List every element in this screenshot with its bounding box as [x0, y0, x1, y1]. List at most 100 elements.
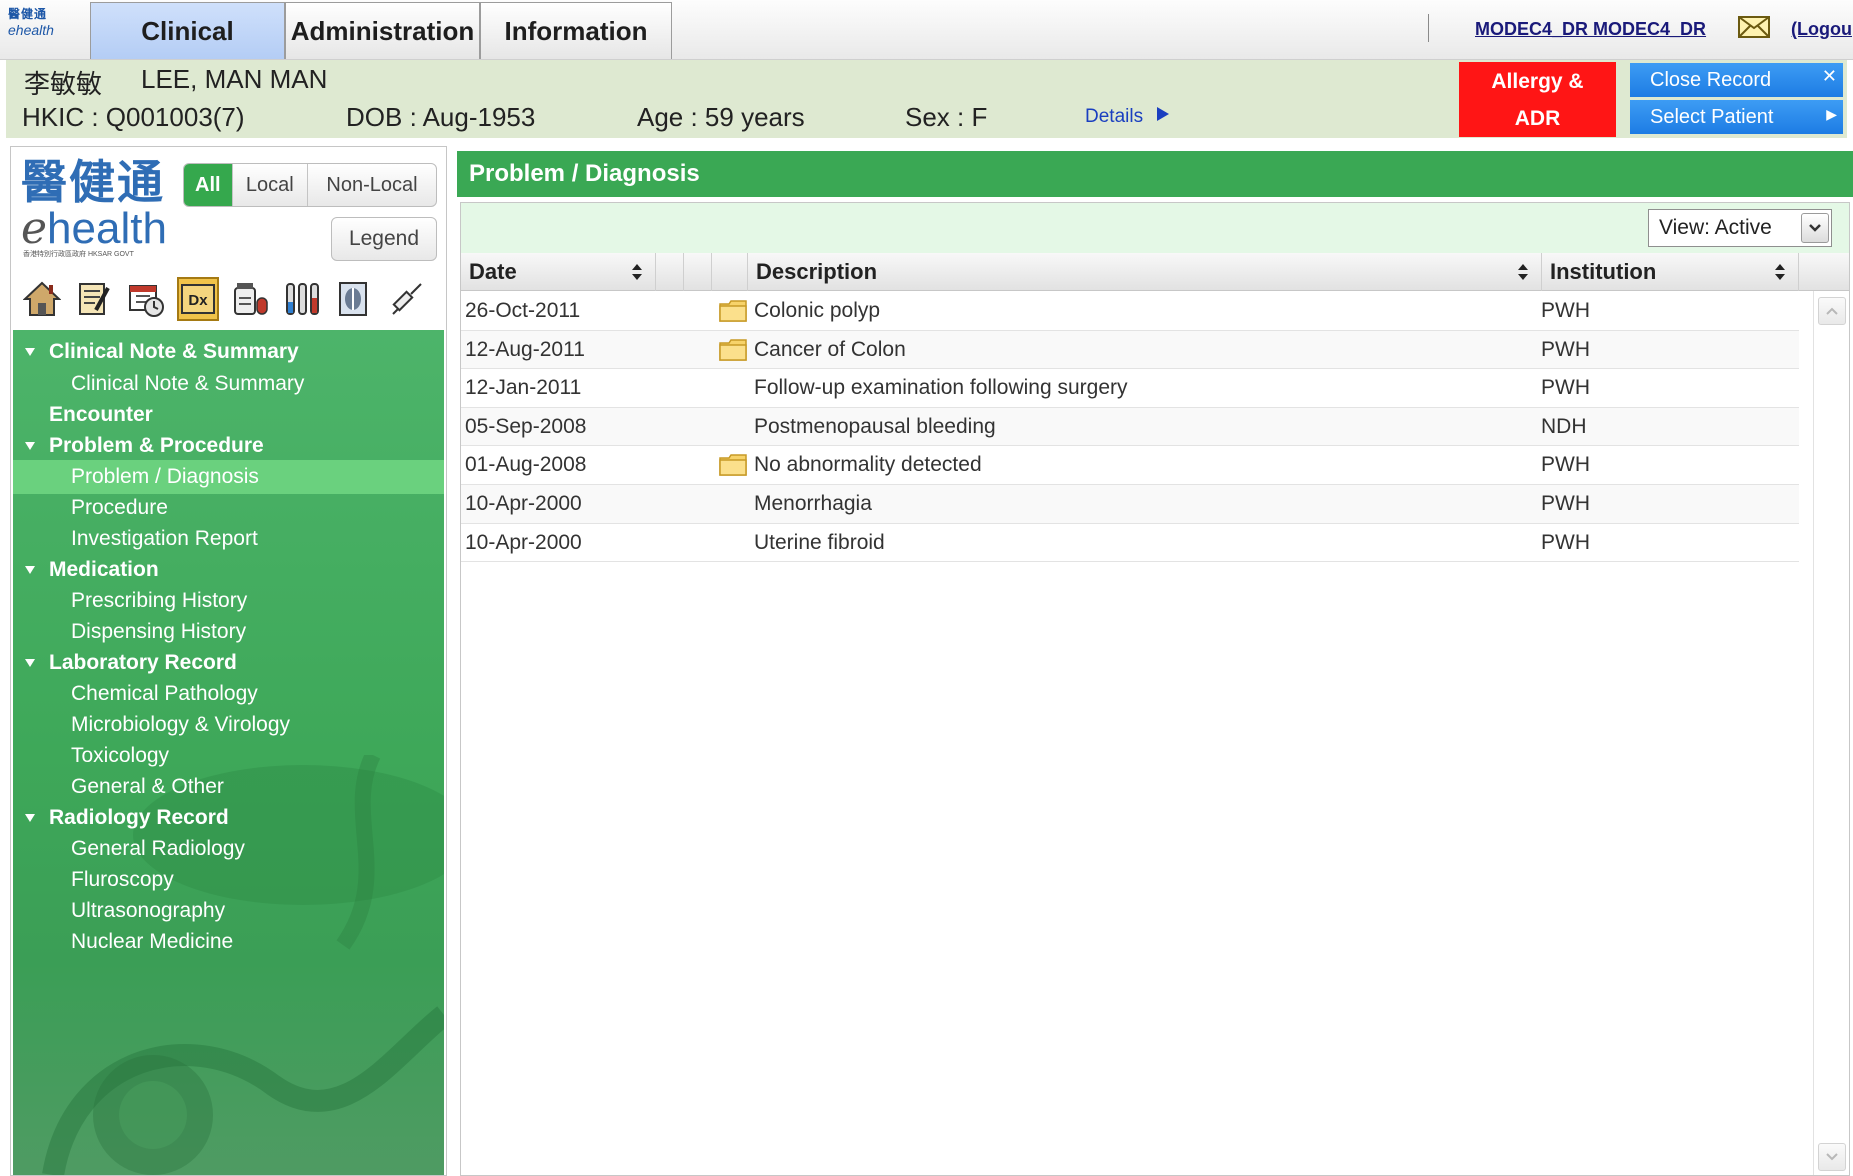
nav-item[interactable]: Procedure: [13, 491, 444, 525]
folder-icon[interactable]: [719, 331, 749, 369]
sidebar: 醫健通 ehealth 香港特別行政區政府 HKSAR GOVT All Loc…: [10, 146, 447, 1176]
patient-sex: Sex : F: [905, 102, 988, 132]
tab-administration[interactable]: Administration: [285, 2, 480, 59]
close-record-label: Close Record: [1650, 68, 1772, 91]
column-institution[interactable]: Institution: [1542, 253, 1799, 291]
cell-description: No abnormality detected: [754, 453, 982, 477]
main-content: Problem / Diagnosis View: Active Date De…: [457, 146, 1853, 1176]
expand-triangle-icon: [25, 348, 35, 356]
cell-institution: PWH: [1541, 453, 1590, 477]
dx-icon[interactable]: Dx: [177, 277, 219, 321]
nav-item[interactable]: Prescribing History: [13, 584, 444, 618]
table-row[interactable]: 12-Jan-2011 Follow-up examination followi…: [461, 369, 1799, 408]
close-record-button[interactable]: Close Record ✕: [1630, 63, 1843, 97]
legend-button[interactable]: Legend: [331, 217, 437, 261]
nav-item[interactable]: Investigation Report: [13, 522, 444, 556]
play-arrow-icon: [1157, 107, 1170, 121]
cell-institution: NDH: [1541, 414, 1587, 438]
nav-label: Procedure: [71, 496, 168, 519]
nav-label: Prescribing History: [71, 589, 248, 612]
tab-information[interactable]: Information: [480, 2, 672, 59]
logo-health-text: health: [47, 204, 167, 253]
cell-description: Colonic polyp: [754, 299, 881, 322]
details-label: Details: [1085, 106, 1144, 127]
table-row[interactable]: 12-Aug-2011 Cancer of Colon PWH: [461, 330, 1799, 370]
user-name-link[interactable]: MODEC4_DR MODEC4_DR: [1475, 19, 1706, 40]
module-toolbar: Dx: [11, 271, 446, 327]
nav-item[interactable]: Clinical Note & Summary: [13, 367, 444, 401]
column-date[interactable]: Date: [461, 253, 656, 291]
table-row[interactable]: 10-Apr-2000 Menorrhagia PWH: [461, 484, 1799, 524]
table-row[interactable]: 05-Sep-2008 Postmenopausal bleeding NDH: [461, 407, 1799, 447]
scroll-down-icon[interactable]: [1818, 1143, 1846, 1171]
radiology-icon[interactable]: [333, 277, 375, 321]
nav-label: Investigation Report: [71, 527, 258, 550]
select-patient-label: Select Patient: [1650, 105, 1774, 128]
patient-dob: DOB : Aug-1953: [346, 102, 536, 132]
folder-icon[interactable]: [719, 292, 749, 330]
top-bar: 醫健通 ehealth Clinical Administration Info…: [0, 0, 1853, 60]
home-icon[interactable]: [21, 277, 63, 321]
patient-name-chinese: 李敏敏: [24, 69, 103, 99]
nav-group[interactable]: Problem & Procedure: [13, 429, 444, 463]
tab-clinical[interactable]: Clinical: [90, 2, 285, 59]
filter-local[interactable]: Local: [231, 164, 307, 206]
cell-institution: PWH: [1541, 491, 1590, 515]
column-spacer: [684, 253, 712, 291]
nav-item[interactable]: Dispensing History: [13, 615, 444, 649]
filter-non-local[interactable]: Non-Local: [307, 164, 436, 206]
details-link[interactable]: Details: [1085, 106, 1170, 128]
nav-group[interactable]: Radiology Record: [13, 801, 444, 835]
clinical-note-icon[interactable]: [73, 277, 115, 321]
table-row[interactable]: 10-Apr-2000 Uterine fibroid PWH: [461, 523, 1799, 563]
column-description-label: Description: [756, 259, 878, 284]
cell-date: 26-Oct-2011: [465, 299, 581, 322]
ehealth-logo-chinese: 醫健通: [21, 155, 165, 209]
table-row[interactable]: 01-Aug-2008 No abnormality detected PWH: [461, 446, 1799, 485]
nav-item[interactable]: Chemical Pathology: [13, 677, 444, 711]
nav-item[interactable]: Nuclear Medicine: [13, 925, 444, 959]
nav-item[interactable]: General Radiology: [13, 832, 444, 866]
cell-institution: PWH: [1541, 299, 1590, 322]
svg-text:Dx: Dx: [188, 292, 208, 309]
nav-item[interactable]: Ultrasonography: [13, 894, 444, 928]
diagnosis-grid: View: Active Date Description Institutio…: [460, 202, 1850, 1176]
nav-item[interactable]: Problem / Diagnosis: [13, 460, 444, 494]
mail-icon[interactable]: [1738, 16, 1770, 38]
nav-label: Clinical Note & Summary: [71, 372, 305, 395]
select-patient-button[interactable]: Select Patient ▶: [1630, 100, 1843, 134]
vertical-scrollbar[interactable]: [1813, 291, 1849, 1175]
sort-icon: [1775, 264, 1785, 280]
allergy-label-line2: ADR: [1514, 106, 1561, 130]
nav-item[interactable]: Toxicology: [13, 739, 444, 773]
nav-item[interactable]: Fluroscopy: [13, 863, 444, 897]
nav-item[interactable]: Microbiology & Virology: [13, 708, 444, 742]
ehealth-logo-english: ehealth: [21, 207, 167, 251]
nav-label: Fluroscopy: [71, 868, 174, 891]
filter-all[interactable]: All: [184, 164, 232, 206]
nav-group[interactable]: Clinical Note & Summary: [13, 335, 444, 369]
view-select-value: View: Active: [1659, 216, 1772, 239]
nav-group[interactable]: Laboratory Record: [13, 646, 444, 680]
laboratory-icon[interactable]: [281, 277, 323, 321]
medication-icon[interactable]: [229, 277, 271, 321]
nav-label: Dispensing History: [71, 620, 247, 643]
view-filter-select[interactable]: View: Active: [1648, 209, 1832, 247]
nav-item[interactable]: General & Other: [13, 770, 444, 804]
allergy-adr-button[interactable]: Allergy & ADR: [1459, 62, 1616, 137]
sidebar-logo-area: 醫健通 ehealth 香港特別行政區政府 HKSAR GOVT All Loc…: [11, 147, 446, 261]
nav-item[interactable]: Encounter: [13, 398, 444, 432]
logo-subtitle: 香港特別行政區政府 HKSAR GOVT: [23, 251, 134, 258]
logo-e-letter: e: [21, 203, 48, 254]
nav-group[interactable]: Medication: [13, 553, 444, 587]
scroll-up-icon[interactable]: [1818, 297, 1846, 325]
table-row[interactable]: 26-Oct-2011 Colonic polyp PWH: [461, 292, 1799, 331]
divider: [1428, 14, 1429, 42]
cell-description: Menorrhagia: [754, 491, 872, 515]
logout-link[interactable]: (Logou: [1791, 19, 1852, 40]
injection-icon[interactable]: [385, 277, 427, 321]
column-description[interactable]: Description: [748, 253, 1542, 291]
folder-icon[interactable]: [719, 446, 749, 484]
calendar-icon[interactable]: [125, 277, 167, 321]
allergy-label-line1: Allergy &: [1491, 69, 1584, 93]
